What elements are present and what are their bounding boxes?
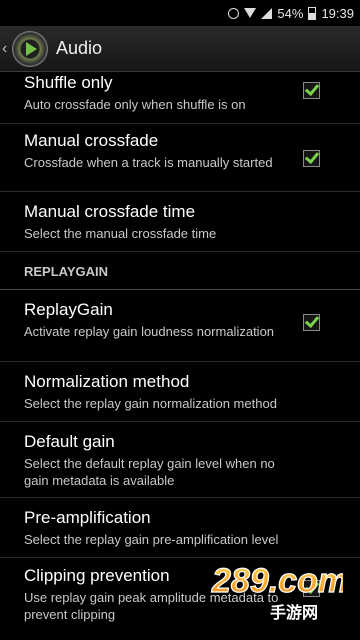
- setting-shuffle-only[interactable]: Shuffle only Auto crossfade only when sh…: [0, 72, 360, 124]
- setting-summary: Select the manual crossfade time: [24, 226, 217, 241]
- setting-summary: Select the replay gain normalization met…: [24, 396, 277, 411]
- app-bar: ‹ Audio: [0, 26, 360, 72]
- battery-icon: [308, 6, 317, 20]
- replaygain-checkbox[interactable]: [303, 314, 320, 331]
- shuffle-only-checkbox[interactable]: [303, 82, 320, 99]
- setting-title: Normalization method: [24, 372, 190, 391]
- setting-replaygain[interactable]: ReplayGain Activate replay gain loudness…: [0, 290, 360, 362]
- setting-normalization-method[interactable]: Normalization method Select the replay g…: [0, 362, 360, 422]
- setting-summary: Use replay gain peak amplitude metadata …: [24, 590, 279, 622]
- setting-manual-crossfade-time[interactable]: Manual crossfade time Select the manual …: [0, 192, 360, 252]
- manual-crossfade-checkbox[interactable]: [303, 150, 320, 167]
- clock: 19:39: [321, 5, 354, 21]
- app-logo-icon[interactable]: [12, 30, 48, 67]
- setting-summary: Select the replay gain pre-amplification…: [24, 532, 279, 547]
- setting-manual-crossfade[interactable]: Manual crossfade Crossfade when a track …: [0, 124, 360, 192]
- setting-summary: Activate replay gain loudness normalizat…: [24, 324, 275, 339]
- setting-title: Pre-amplification: [24, 508, 151, 527]
- settings-list: Shuffle only Auto crossfade only when sh…: [0, 72, 360, 628]
- setting-title: Manual crossfade time: [24, 202, 196, 221]
- setting-summary: Crossfade when a track is manually start…: [24, 155, 273, 170]
- setting-title: Manual crossfade: [24, 131, 159, 150]
- clipping-prevention-checkbox[interactable]: [303, 580, 320, 597]
- page-title: Audio: [56, 38, 103, 58]
- section-header-replaygain: REPLAYGAIN: [0, 252, 360, 290]
- setting-title: Default gain: [24, 432, 115, 451]
- status-bar: 54% 19:39: [0, 0, 360, 26]
- battery-percent: 54%: [277, 5, 304, 21]
- setting-default-gain[interactable]: Default gain Select the default replay g…: [0, 422, 360, 498]
- setting-clipping-prevention[interactable]: Clipping prevention Use replay gain peak…: [0, 558, 360, 628]
- setting-title: Shuffle only: [24, 73, 113, 92]
- wifi-icon: [244, 8, 257, 18]
- signal-icon: [261, 7, 273, 19]
- setting-pre-amplification[interactable]: Pre-amplification Select the replay gain…: [0, 498, 360, 558]
- setting-title: ReplayGain: [24, 300, 113, 319]
- setting-title: Clipping prevention: [24, 566, 170, 585]
- setting-summary: Auto crossfade only when shuffle is on: [24, 97, 246, 112]
- alarm-icon: [228, 7, 240, 19]
- back-chevron-icon[interactable]: ‹: [2, 40, 10, 58]
- setting-summary: Select the default replay gain level whe…: [24, 456, 275, 488]
